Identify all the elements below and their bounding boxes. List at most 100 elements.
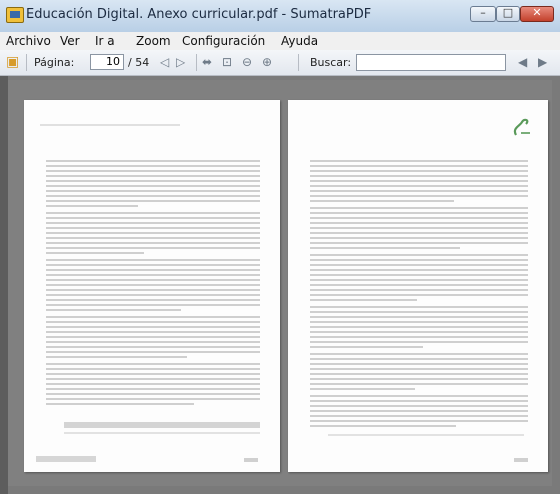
close-icon: ✕ [532,6,542,19]
text-line [46,269,260,271]
zoom-out-icon[interactable]: ⊖ [242,55,252,69]
total-pages: / 54 [128,56,150,69]
text-line [46,252,145,254]
text-line [46,217,260,219]
text-line [310,269,528,271]
text-line [310,180,528,182]
toolbar: ▣ Página: 10 / 54 ◁ ▷ ⬌ ⊡ ⊖ ⊕ Buscar: ◀ … [0,50,560,76]
text-line [310,368,528,370]
menu-ver[interactable]: Ver [60,34,80,48]
text-line [310,420,528,422]
text-line [46,175,260,177]
text-line [310,264,528,266]
minimize-icon: – [480,6,486,19]
text-line [46,341,260,343]
text-line [310,254,528,256]
text-line [310,160,528,162]
text-line [46,232,260,234]
next-page-icon[interactable]: ▷ [176,55,185,69]
text-line [310,405,528,407]
text-line [46,284,260,286]
text-line [310,200,454,202]
text-line [310,294,528,296]
page-paragraphs [310,160,528,430]
text-line [310,242,528,244]
text-line [46,378,260,380]
publisher-logo-icon [513,118,530,136]
toolbar-separator [298,54,299,71]
text-line [310,415,528,417]
text-line [310,247,461,249]
text-line [310,395,528,397]
text-line [310,425,457,427]
text-line [46,356,188,358]
text-line [310,336,528,338]
text-line [310,363,528,365]
find-next-icon[interactable]: ▶ [538,55,547,69]
open-folder-icon[interactable]: ▣ [6,54,19,70]
page-number-input[interactable]: 10 [90,54,124,70]
search-input[interactable] [356,54,506,71]
fit-width-icon[interactable]: ⬌ [202,55,212,69]
page-header-text [40,124,180,126]
text-line [46,373,260,375]
text-line [46,170,260,172]
zoom-in-icon[interactable]: ⊕ [262,55,272,69]
text-line [310,358,528,360]
page-label: Página: [34,56,75,69]
menu-configuracion[interactable]: Configuración [182,34,265,48]
document-page-left [24,100,280,472]
minimize-button[interactable]: – [470,6,496,22]
text-line [46,388,260,390]
toolbar-separator [26,54,27,71]
text-line [310,259,528,261]
text-line [46,403,194,405]
menu-ir-a[interactable]: Ir a [95,34,115,48]
text-line [46,264,260,266]
text-line [310,289,528,291]
menu-zoom[interactable]: Zoom [136,34,171,48]
text-line [310,299,417,301]
text-line [310,170,528,172]
maximize-button[interactable]: □ [496,6,520,22]
text-line [46,336,260,338]
text-line [310,331,528,333]
text-line [310,378,528,380]
text-line [46,247,260,249]
text-line [310,400,528,402]
page-footer-number [514,458,528,462]
text-line [310,207,528,209]
close-button[interactable]: ✕ [520,6,554,22]
menu-bar: Archivo Ver Ir a Zoom Configuración Ayud… [0,32,560,50]
text-line [46,160,260,162]
text-line [310,410,528,412]
text-line [310,279,528,281]
text-line [46,309,181,311]
text-line [310,346,424,348]
text-line [46,227,260,229]
text-line [46,200,260,202]
text-line [46,205,139,207]
text-line [46,331,260,333]
text-line [310,284,528,286]
text-line [310,165,528,167]
previous-page-icon[interactable]: ◁ [160,55,169,69]
text-line [310,175,528,177]
find-previous-icon[interactable]: ◀ [518,55,527,69]
document-page-right [288,100,548,472]
text-line [310,306,528,308]
text-line [310,222,528,224]
text-line [46,222,260,224]
text-line [310,227,528,229]
menu-archivo[interactable]: Archivo [6,34,51,48]
text-line [46,279,260,281]
text-line [46,237,260,239]
app-icon [6,7,24,23]
fit-page-icon[interactable]: ⊡ [222,55,232,69]
text-line [310,217,528,219]
text-line [46,289,260,291]
menu-ayuda[interactable]: Ayuda [281,34,318,48]
text-line [46,242,260,244]
text-line [310,311,528,313]
text-line [310,373,528,375]
